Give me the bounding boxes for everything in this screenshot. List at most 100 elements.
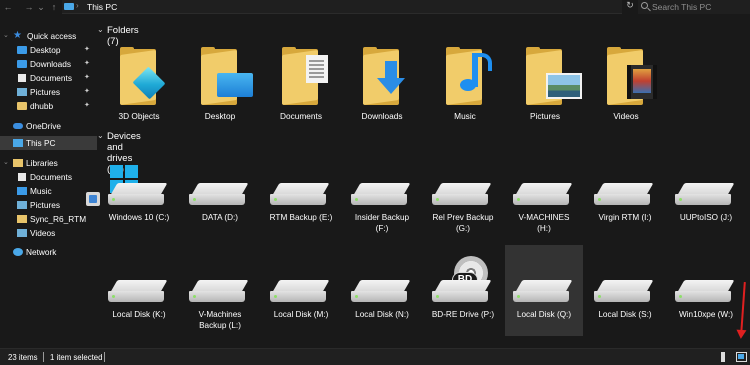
document-icon [306, 55, 328, 83]
folder-documents[interactable]: Documents [262, 43, 340, 138]
drive-tile[interactable]: RTM Backup (E:) [262, 165, 340, 239]
pin-icon: ✦ [84, 88, 90, 95]
sidebar-item-library-pictures[interactable]: Pictures [0, 198, 97, 212]
sidebar-item-label: Documents [30, 73, 72, 83]
sidebar-item-pictures[interactable]: Pictures ✦ [0, 85, 97, 99]
cloud-icon [13, 123, 23, 129]
drive-tile[interactable]: Rel Prev Backup (G:) [424, 165, 502, 239]
drive-tile[interactable]: Windows 10 (C:) [100, 165, 178, 239]
hard-drive-icon [189, 280, 249, 302]
drive-label: Local Disk (K:) [112, 310, 166, 319]
hard-drive-icon [189, 183, 249, 205]
status-bar: 23 items 1 item selected [0, 348, 750, 365]
hard-drive-icon [594, 183, 654, 205]
sidebar-item-label: Videos [30, 228, 56, 238]
downloads-icon [17, 60, 27, 68]
sidebar-item-desktop[interactable]: Desktop ✦ [0, 43, 97, 57]
drive-tile-selected[interactable]: Local Disk (Q:) [505, 245, 583, 336]
drive-tile[interactable]: Win10xpe (W:) [667, 262, 745, 336]
music-note-icon [460, 53, 492, 91]
drive-label: BD-RE Drive (P:) [431, 310, 495, 319]
pin-icon: ✦ [84, 46, 90, 53]
sidebar-item-onedrive[interactable]: OneDrive [0, 119, 97, 133]
content-pane: ⌄ Folders (7) 3D Objects Desktop Documen… [97, 15, 750, 348]
desktop-icon [17, 46, 27, 54]
selection-count: 1 item selected [50, 353, 103, 362]
hard-drive-icon [513, 183, 573, 205]
pin-icon: ✦ [84, 74, 90, 81]
search-icon [641, 2, 648, 9]
sidebar-item-library-videos[interactable]: Videos [0, 226, 97, 240]
picture-icon [546, 73, 582, 99]
folder-icon [17, 102, 27, 110]
music-icon [17, 187, 27, 195]
hard-drive-icon [675, 280, 735, 302]
recent-locations-icon[interactable]: ⌄ [35, 1, 47, 13]
shield-overlay-icon [86, 192, 100, 206]
drive-label: Rel Prev Backup (G:) [432, 213, 494, 233]
sidebar-item-quick-access[interactable]: ⌄ ★ Quick access [0, 29, 97, 43]
sidebar-item-this-pc[interactable]: This PC [0, 136, 97, 150]
drive-tile[interactable]: DATA (D:) [181, 165, 259, 239]
drive-tile[interactable]: Local Disk (S:) [586, 262, 664, 336]
folder-3d-objects[interactable]: 3D Objects [100, 43, 178, 138]
sidebar-item-libraries[interactable]: ⌄ Libraries [0, 156, 97, 170]
chevron-down-icon[interactable]: ⌄ [97, 131, 104, 140]
documents-icon [18, 173, 26, 181]
sidebar-item-library-documents[interactable]: Documents [0, 170, 97, 184]
item-count: 23 items [8, 353, 38, 362]
drive-tile[interactable]: V-MACHINES (H:) [505, 165, 583, 239]
search-input[interactable]: Search This PC [638, 0, 750, 14]
sidebar-item-downloads[interactable]: Downloads ✦ [0, 57, 97, 71]
sidebar-item-label: Pictures [30, 200, 60, 210]
pin-icon: ✦ [84, 60, 90, 67]
drive-label: V-MACHINES (H:) [518, 213, 570, 233]
drive-tile[interactable]: Local Disk (N:) [343, 262, 421, 336]
forward-icon[interactable]: → [23, 1, 35, 13]
back-icon[interactable]: ← [2, 1, 14, 13]
sidebar-item-label: Downloads [30, 59, 72, 69]
download-arrow-icon [377, 61, 405, 94]
status-divider [104, 352, 105, 362]
sidebar-item-documents[interactable]: Documents ✦ [0, 71, 97, 85]
drive-tile[interactable]: Local Disk (M:) [262, 262, 340, 336]
chevron-down-icon[interactable]: ⌄ [3, 31, 9, 39]
breadcrumb[interactable]: This PC [87, 2, 117, 12]
drive-label: DATA (D:) [201, 213, 239, 222]
drive-tile[interactable]: BD BD-RE Drive (P:) [424, 256, 502, 336]
drive-tile[interactable]: Local Disk (K:) [100, 262, 178, 336]
folder-label: Pictures [530, 111, 560, 121]
drive-label: Local Disk (M:) [273, 310, 329, 319]
sidebar-item-dhubb[interactable]: dhubb ✦ [0, 99, 97, 113]
drive-tile[interactable]: UUPtoISO (J:) [667, 165, 745, 239]
drive-tile[interactable]: Insider Backup (F:) [343, 165, 421, 239]
hard-drive-icon [108, 183, 168, 205]
libraries-icon [13, 159, 23, 167]
folder-pictures[interactable]: Pictures [506, 43, 584, 138]
hard-drive-icon [270, 183, 330, 205]
chevron-down-icon[interactable]: ⌄ [3, 158, 9, 166]
breadcrumb-separator-icon[interactable]: › [76, 1, 79, 10]
optical-drive-icon [432, 280, 492, 302]
folder-downloads[interactable]: Downloads [343, 43, 421, 138]
drive-label: Insider Backup (F:) [354, 213, 410, 233]
up-icon[interactable]: ↑ [48, 1, 60, 13]
chevron-down-icon[interactable]: ⌄ [97, 25, 104, 34]
drive-tile[interactable]: V-Machines Backup (L:) [181, 262, 259, 336]
drive-label: V-Machines Backup (L:) [198, 310, 242, 330]
sidebar-item-label: Pictures [30, 87, 60, 97]
folder-music[interactable]: Music [426, 43, 504, 138]
folder-videos[interactable]: Videos [587, 43, 665, 138]
sidebar-item-library-sync[interactable]: Sync_R6_RTM [0, 212, 97, 226]
folder-desktop[interactable]: Desktop [181, 43, 259, 138]
hard-drive-icon [270, 280, 330, 302]
details-view-icon[interactable] [721, 352, 725, 362]
sidebar-item-network[interactable]: Network [0, 245, 97, 259]
drive-tile[interactable]: Virgin RTM (I:) [586, 165, 664, 239]
refresh-icon[interactable]: ↻ [624, 0, 636, 13]
large-icons-view-icon[interactable] [736, 352, 747, 362]
address-field[interactable]: › This PC ⌄ [62, 0, 668, 14]
videos-icon [17, 229, 27, 237]
star-icon: ★ [13, 30, 22, 41]
sidebar-item-library-music[interactable]: Music [0, 184, 97, 198]
